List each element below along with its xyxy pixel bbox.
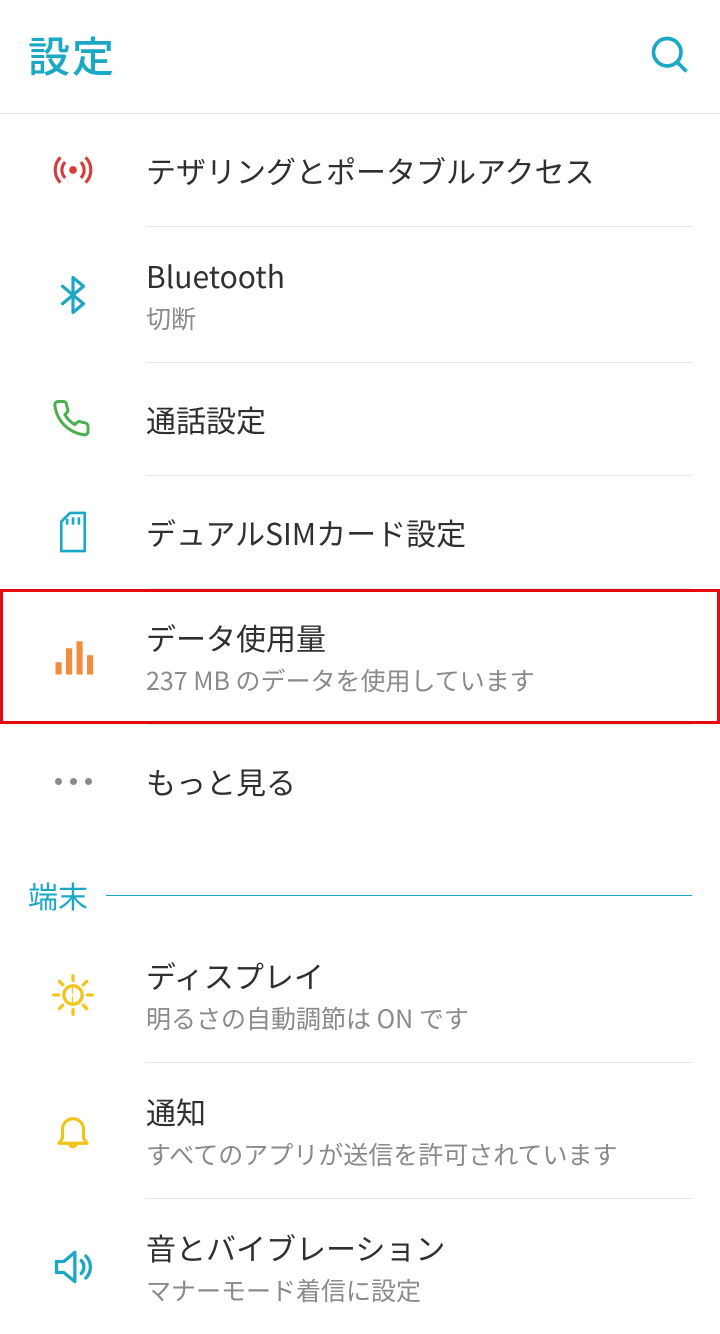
item-more[interactable]: もっと見る (0, 725, 720, 837)
page-title: 設定 (28, 24, 116, 85)
header: 設定 (0, 0, 720, 114)
item-subtitle: 237 MB のデータを使用しています (146, 664, 692, 697)
item-text: デュアルSIMカード設定 (146, 512, 720, 553)
item-title: デュアルSIMカード設定 (146, 512, 692, 553)
item-text: ディスプレイ 明るさの自動調節は ON です (146, 955, 720, 1034)
section-device: 端末 (0, 837, 720, 927)
item-text: Bluetooth 切断 (146, 255, 720, 334)
speaker-icon (0, 1245, 146, 1289)
item-title: もっと見る (146, 761, 692, 802)
more-icon (0, 778, 146, 785)
item-sound-vibration[interactable]: 音とバイブレーション マナーモード着信に設定 (0, 1199, 720, 1334)
bell-icon (0, 1110, 146, 1152)
item-subtitle: 明るさの自動調節は ON です (146, 1002, 692, 1035)
item-text: 通知 すべてのアプリが送信を許可されています (146, 1091, 720, 1170)
phone-icon (0, 399, 146, 439)
tethering-icon (0, 149, 146, 191)
item-title: Bluetooth (146, 255, 692, 296)
settings-list: テザリングとポータブルアクセス Bluetooth 切断 通話設定 (0, 114, 720, 1334)
item-title: 通話設定 (146, 399, 692, 440)
section-label: 端末 (28, 873, 88, 917)
sim-card-icon (0, 510, 146, 554)
item-text: 通話設定 (146, 399, 720, 440)
item-call-settings[interactable]: 通話設定 (0, 363, 720, 475)
item-bluetooth[interactable]: Bluetooth 切断 (0, 227, 720, 362)
item-title: データ使用量 (146, 617, 692, 658)
item-title: 通知 (146, 1091, 692, 1132)
item-text: 音とバイブレーション マナーモード着信に設定 (146, 1227, 720, 1306)
item-title: ディスプレイ (146, 955, 692, 996)
item-subtitle: マナーモード着信に設定 (146, 1274, 692, 1307)
item-text: テザリングとポータブルアクセス (146, 150, 720, 191)
item-tethering[interactable]: テザリングとポータブルアクセス (0, 114, 720, 226)
item-text: もっと見る (146, 761, 720, 802)
item-text: データ使用量 237 MB のデータを使用しています (146, 617, 720, 696)
item-display[interactable]: ディスプレイ 明るさの自動調節は ON です (0, 927, 720, 1062)
item-dual-sim[interactable]: デュアルSIMカード設定 (0, 476, 720, 588)
section-line (106, 895, 692, 896)
search-icon[interactable] (648, 33, 692, 77)
item-title: 音とバイブレーション (146, 1227, 692, 1268)
brightness-icon (0, 973, 146, 1017)
item-data-usage[interactable]: データ使用量 237 MB のデータを使用しています (0, 589, 720, 724)
item-subtitle: 切断 (146, 302, 692, 335)
item-notifications[interactable]: 通知 すべてのアプリが送信を許可されています (0, 1063, 720, 1198)
item-subtitle: すべてのアプリが送信を許可されています (146, 1138, 692, 1171)
bluetooth-icon (0, 274, 146, 316)
data-usage-icon (0, 636, 146, 678)
item-title: テザリングとポータブルアクセス (146, 150, 692, 191)
